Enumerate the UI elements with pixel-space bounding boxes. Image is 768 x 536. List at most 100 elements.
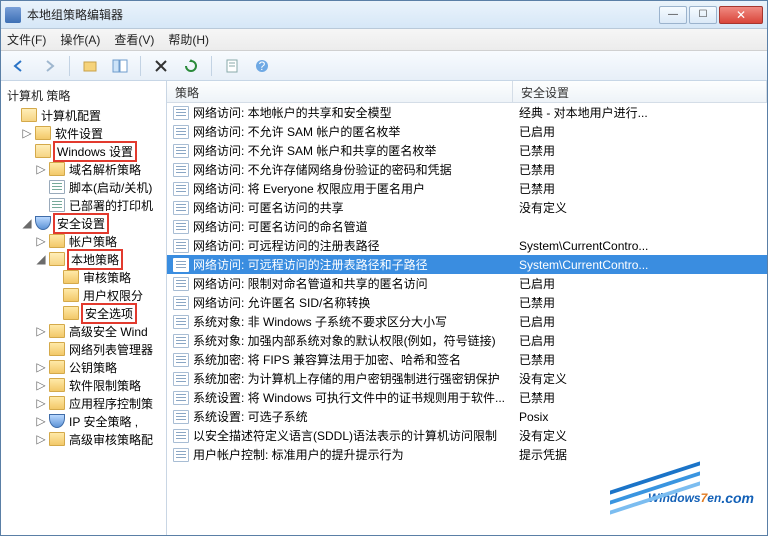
menu-help[interactable]: 帮助(H) [168, 31, 209, 48]
forward-button[interactable] [37, 55, 61, 77]
security-setting: 已禁用 [513, 294, 767, 311]
tree-label: 安全选项 [81, 303, 137, 324]
window-buttons: — ☐ ✕ [659, 6, 763, 24]
policy-name: 网络访问: 将 Everyone 权限应用于匿名用户 [193, 180, 425, 197]
list-rows: 网络访问: 本地帐户的共享和安全模型经典 - 对本地用户进行...网络访问: 不… [167, 103, 767, 535]
close-button[interactable]: ✕ [719, 6, 763, 24]
security-setting: 已禁用 [513, 389, 767, 406]
folder-icon [49, 234, 65, 248]
help-button[interactable]: ? [250, 55, 274, 77]
tree-node[interactable]: ▷软件设置 [3, 124, 166, 142]
column-header-security[interactable]: 安全设置 [513, 81, 767, 102]
policy-row[interactable]: 系统对象: 非 Windows 子系统不要求区分大小写已启用 [167, 312, 767, 331]
policy-icon [173, 296, 189, 310]
tree-expander-icon[interactable]: ▷ [35, 396, 47, 410]
delete-button[interactable] [149, 55, 173, 77]
maximize-button[interactable]: ☐ [689, 6, 717, 24]
tree-node[interactable]: 网络列表管理器 [3, 340, 166, 358]
titlebar: 本地组策略编辑器 — ☐ ✕ [1, 1, 767, 29]
tree-expander-icon[interactable]: ◢ [35, 252, 47, 266]
folder-icon [63, 288, 79, 302]
policy-name: 网络访问: 本地帐户的共享和安全模型 [193, 104, 392, 121]
tree-node[interactable]: 安全选项 [3, 304, 166, 322]
tree-node[interactable]: ▷帐户策略 [3, 232, 166, 250]
policy-row[interactable]: 系统对象: 加强内部系统对象的默认权限(例如，符号链接)已启用 [167, 331, 767, 350]
security-setting: 已启用 [513, 275, 767, 292]
tree-node[interactable]: 审核策略 [3, 268, 166, 286]
policy-row[interactable]: 网络访问: 不允许存储网络身份验证的密码和凭据已禁用 [167, 160, 767, 179]
tree-expander-icon[interactable]: ▷ [35, 234, 47, 248]
tree-node[interactable]: ▷公钥策略 [3, 358, 166, 376]
toolbar-separator [211, 56, 212, 76]
tree-node[interactable]: ▷应用程序控制策 [3, 394, 166, 412]
menubar: 文件(F) 操作(A) 查看(V) 帮助(H) [1, 29, 767, 51]
tree-node[interactable]: 脚本(启动/关机) [3, 178, 166, 196]
policy-row[interactable]: 网络访问: 可远程访问的注册表路径System\CurrentContro... [167, 236, 767, 255]
tree-node[interactable]: 用户权限分 [3, 286, 166, 304]
security-setting: 没有定义 [513, 427, 767, 444]
tree-node[interactable]: ▷域名解析策略 [3, 160, 166, 178]
policy-name: 以安全描述符定义语言(SDDL)语法表示的计算机访问限制 [193, 427, 497, 444]
back-button[interactable] [7, 55, 31, 77]
tree-expander-icon[interactable]: ▷ [35, 378, 47, 392]
tree-node[interactable]: ▷高级审核策略配 [3, 430, 166, 448]
up-button[interactable] [78, 55, 102, 77]
tree-expander-icon[interactable]: ▷ [21, 126, 33, 140]
policy-row[interactable]: 系统加密: 为计算机上存储的用户密钥强制进行强密钥保护没有定义 [167, 369, 767, 388]
policy-row[interactable]: 网络访问: 允许匿名 SID/名称转换已禁用 [167, 293, 767, 312]
security-setting: 已禁用 [513, 180, 767, 197]
column-header-policy[interactable]: 策略 [167, 81, 513, 102]
tree-pane[interactable]: 计算机 策略计算机配置▷软件设置Windows 设置▷域名解析策略脚本(启动/关… [1, 81, 167, 535]
tree-node[interactable]: ▷IP 安全策略 , [3, 412, 166, 430]
tree-expander-icon[interactable]: ▷ [35, 432, 47, 446]
tree-expander-icon[interactable]: ▷ [35, 324, 47, 338]
policy-icon [173, 258, 189, 272]
shield-icon [49, 414, 65, 428]
policy-row[interactable]: 网络访问: 不允许 SAM 帐户的匿名枚举已启用 [167, 122, 767, 141]
policy-row[interactable]: 系统设置: 将 Windows 可执行文件中的证书规则用于软件...已禁用 [167, 388, 767, 407]
minimize-button[interactable]: — [659, 6, 687, 24]
properties-button[interactable] [220, 55, 244, 77]
tree-node[interactable]: ▷软件限制策略 [3, 376, 166, 394]
list-pane: 策略 安全设置 网络访问: 本地帐户的共享和安全模型经典 - 对本地用户进行..… [167, 81, 767, 535]
toolbar-separator [140, 56, 141, 76]
tree-label: 计算机配置 [39, 107, 103, 124]
policy-icon [173, 429, 189, 443]
policy-row[interactable]: 网络访问: 可匿名访问的共享没有定义 [167, 198, 767, 217]
policy-row[interactable]: 网络访问: 限制对命名管道和共享的匿名访问已启用 [167, 274, 767, 293]
tree-expander-icon[interactable]: ▷ [35, 162, 47, 176]
policy-row[interactable]: 网络访问: 将 Everyone 权限应用于匿名用户 已禁用 [167, 179, 767, 198]
policy-name: 网络访问: 不允许存储网络身份验证的密码和凭据 [193, 161, 452, 178]
tree-node[interactable]: 计算机配置 [3, 106, 166, 124]
policy-row[interactable]: 网络访问: 本地帐户的共享和安全模型经典 - 对本地用户进行... [167, 103, 767, 122]
policy-row[interactable]: 网络访问: 不允许 SAM 帐户和共享的匿名枚举已禁用 [167, 141, 767, 160]
tree-expander-icon[interactable]: ◢ [21, 216, 33, 230]
tree-root[interactable]: 计算机 策略 [3, 85, 166, 106]
tree-node[interactable]: 已部署的打印机 [3, 196, 166, 214]
folder-icon [63, 270, 79, 284]
policy-row[interactable]: 网络访问: 可远程访问的注册表路径和子路径System\CurrentContr… [167, 255, 767, 274]
tree-label: 网络列表管理器 [67, 341, 155, 358]
svg-text:?: ? [259, 59, 266, 73]
security-setting: 已启用 [513, 313, 767, 330]
show-tree-button[interactable] [108, 55, 132, 77]
tree-node[interactable]: ◢本地策略 [3, 250, 166, 268]
policy-icon [173, 144, 189, 158]
folder-open-icon [35, 144, 51, 158]
policy-row[interactable]: 用户帐户控制: 标准用户的提升提示行为提示凭据 [167, 445, 767, 464]
policy-row[interactable]: 以安全描述符定义语言(SDDL)语法表示的计算机访问限制没有定义 [167, 426, 767, 445]
tree-node[interactable]: Windows 设置 [3, 142, 166, 160]
folder-icon [35, 126, 51, 140]
tree-node[interactable]: ◢安全设置 [3, 214, 166, 232]
refresh-button[interactable] [179, 55, 203, 77]
menu-file[interactable]: 文件(F) [7, 31, 46, 48]
folder-icon [49, 378, 65, 392]
tree-expander-icon[interactable]: ▷ [35, 360, 47, 374]
tree-expander-icon[interactable]: ▷ [35, 414, 47, 428]
menu-view[interactable]: 查看(V) [114, 31, 154, 48]
policy-row[interactable]: 网络访问: 可匿名访问的命名管道 [167, 217, 767, 236]
menu-action[interactable]: 操作(A) [60, 31, 100, 48]
tree-node[interactable]: ▷高级安全 Wind [3, 322, 166, 340]
policy-row[interactable]: 系统设置: 可选子系统Posix [167, 407, 767, 426]
policy-row[interactable]: 系统加密: 将 FIPS 兼容算法用于加密、哈希和签名已禁用 [167, 350, 767, 369]
